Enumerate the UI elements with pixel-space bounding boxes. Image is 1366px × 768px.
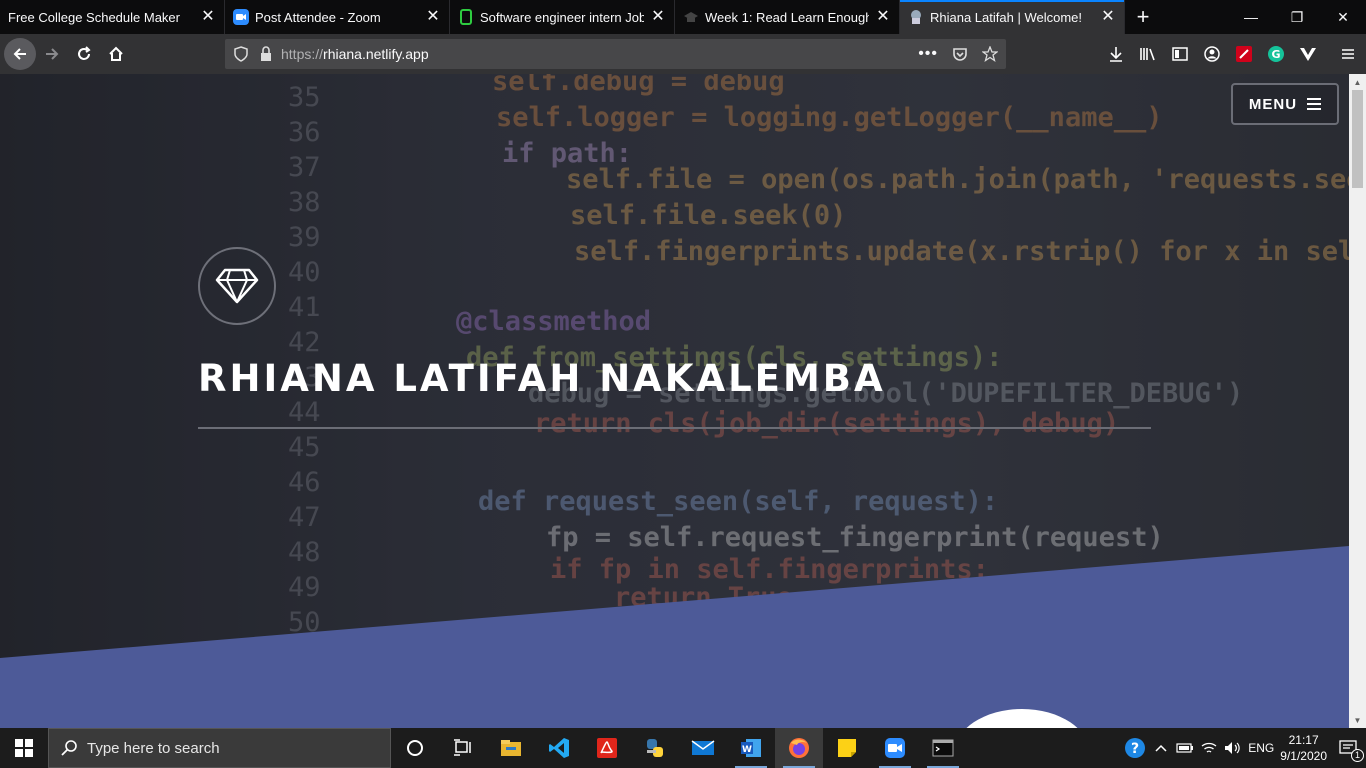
- close-tab-icon[interactable]: ✕: [425, 9, 441, 25]
- clock-date: 9/1/2020: [1280, 749, 1327, 763]
- zoom-icon: [233, 9, 249, 25]
- tab-title: Post Attendee - Zoom: [255, 9, 381, 25]
- vscode-icon[interactable]: [535, 728, 583, 768]
- close-tab-icon[interactable]: ✕: [200, 9, 216, 25]
- svg-text:G: G: [1271, 48, 1280, 61]
- minimize-icon[interactable]: —: [1228, 0, 1274, 34]
- terminal-icon[interactable]: [919, 728, 967, 768]
- svg-text:?: ?: [1131, 741, 1139, 757]
- restore-icon[interactable]: ❐: [1274, 0, 1320, 34]
- system-tray: ? ENG 21:17 9/1/2020 1: [1121, 728, 1366, 768]
- url-protocol: https://: [281, 46, 324, 62]
- vimeo-extension-icon[interactable]: [1296, 38, 1320, 70]
- help-icon[interactable]: ?: [1121, 728, 1149, 768]
- battery-icon[interactable]: [1173, 728, 1197, 768]
- windows-taskbar: Type here to search W ? ENG 21:17 9/1/202…: [0, 728, 1366, 768]
- tab-title: Week 1: Read Learn Enough HT: [705, 9, 869, 25]
- word-icon[interactable]: W: [727, 728, 775, 768]
- tab-title: Software engineer intern Jobs in: [480, 9, 644, 25]
- tab-week1[interactable]: Week 1: Read Learn Enough HT ✕: [675, 0, 900, 34]
- clock[interactable]: 21:17 9/1/2020: [1277, 728, 1330, 768]
- tab-schedule-maker[interactable]: Free College Schedule Maker ✕: [0, 0, 225, 34]
- site-icon: [908, 9, 924, 25]
- python-icon[interactable]: [631, 728, 679, 768]
- hamburger-menu-icon[interactable]: [1336, 38, 1360, 70]
- search-placeholder: Type here to search: [87, 739, 220, 757]
- forward-button[interactable]: [36, 38, 68, 70]
- indeed-icon: [458, 9, 474, 25]
- notifications-button[interactable]: 1: [1330, 728, 1366, 768]
- close-tab-icon[interactable]: ✕: [650, 9, 666, 25]
- tab-rhiana[interactable]: Rhiana Latifah | Welcome! ✕: [900, 0, 1125, 34]
- shield-icon[interactable]: [233, 46, 249, 62]
- scroll-down-icon[interactable]: ▼: [1349, 712, 1366, 728]
- page-content: 35 36 37 38 39 40 41 42 43 44 45 46 47 48 49 50 self.de…: [0, 74, 1349, 728]
- cortana-icon[interactable]: [391, 728, 439, 768]
- account-icon[interactable]: [1200, 38, 1224, 70]
- taskbar-search[interactable]: Type here to search: [48, 728, 391, 768]
- wifi-icon[interactable]: [1197, 728, 1221, 768]
- reload-icon: [78, 46, 91, 60]
- windows-logo-icon: [15, 739, 33, 757]
- search-icon: [61, 740, 77, 756]
- page-scrollbar[interactable]: ▲ ▼: [1349, 74, 1366, 728]
- sticky-notes-icon[interactable]: [823, 728, 871, 768]
- slanted-section: [0, 546, 1349, 728]
- scroll-up-icon[interactable]: ▲: [1349, 74, 1366, 90]
- language-indicator[interactable]: ENG: [1245, 728, 1277, 768]
- firefox-icon[interactable]: [775, 728, 823, 768]
- forward-arrow-icon: [46, 48, 59, 60]
- file-explorer-icon[interactable]: [487, 728, 535, 768]
- sidebar-icon[interactable]: [1168, 38, 1192, 70]
- tab-jobs[interactable]: Software engineer intern Jobs in ✕: [450, 0, 675, 34]
- nav-bar: https://rhiana.netlify.app ••• G: [0, 34, 1366, 74]
- acrobat-icon[interactable]: [583, 728, 631, 768]
- back-button[interactable]: [4, 38, 36, 70]
- home-button[interactable]: [100, 38, 132, 70]
- window-controls: — ❐ ✕: [1228, 0, 1366, 34]
- library-icon[interactable]: [1136, 38, 1160, 70]
- start-button[interactable]: [0, 728, 48, 768]
- url-host: rhiana.netlify.app: [323, 46, 429, 62]
- close-tab-icon[interactable]: ✕: [1100, 9, 1116, 25]
- tab-strip: Free College Schedule Maker ✕ Post Atten…: [0, 0, 1366, 34]
- school-icon: [683, 9, 699, 25]
- scroll-thumb[interactable]: [1352, 90, 1363, 188]
- grammarly-icon[interactable]: G: [1264, 38, 1288, 70]
- back-arrow-icon: [13, 48, 26, 60]
- close-tab-icon[interactable]: ✕: [875, 9, 891, 25]
- mail-icon[interactable]: [679, 728, 727, 768]
- close-window-icon[interactable]: ✕: [1320, 0, 1366, 34]
- home-icon: [109, 46, 123, 61]
- bookmark-star-icon[interactable]: [982, 46, 998, 62]
- new-tab-button[interactable]: +: [1125, 0, 1161, 34]
- url-bar[interactable]: https://rhiana.netlify.app •••: [225, 39, 1006, 69]
- svg-text:W: W: [742, 745, 752, 755]
- reload-button[interactable]: [68, 38, 100, 70]
- tab-title: Rhiana Latifah | Welcome!: [930, 9, 1082, 25]
- clock-time: 21:17: [1288, 733, 1319, 747]
- pocket-icon[interactable]: [952, 46, 968, 62]
- tab-zoom[interactable]: Post Attendee - Zoom ✕: [225, 0, 450, 34]
- zoom-app-icon[interactable]: [871, 728, 919, 768]
- page-actions-icon[interactable]: •••: [918, 45, 938, 63]
- volume-icon[interactable]: [1221, 728, 1245, 768]
- task-view-icon[interactable]: [439, 728, 487, 768]
- lock-icon[interactable]: [259, 46, 273, 62]
- tab-title: Free College Schedule Maker: [8, 9, 180, 25]
- extension-red-icon[interactable]: [1232, 38, 1256, 70]
- download-icon[interactable]: [1104, 38, 1128, 70]
- chevron-up-icon[interactable]: [1149, 728, 1173, 768]
- toolbar-right: G: [1104, 38, 1360, 70]
- notification-count: 1: [1351, 749, 1364, 762]
